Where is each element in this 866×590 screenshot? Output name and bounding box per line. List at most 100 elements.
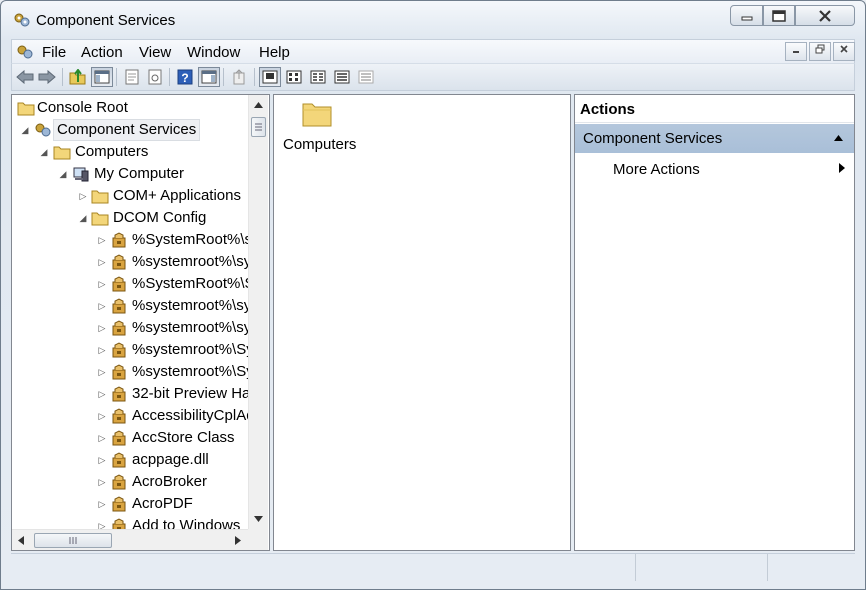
folder-icon [302,103,332,127]
collapsed-arrow-icon[interactable]: ▷ [97,295,107,317]
back-icon [16,70,34,84]
expanded-arrow-icon[interactable]: ◢ [39,141,49,163]
toolbar-separator [223,68,224,86]
scrollbar-thumb[interactable] [34,533,112,548]
com-component-icon [112,298,126,314]
menu-bar: File Action View Window Help [11,39,855,63]
menu-window[interactable]: Window [185,44,242,61]
help-icon: ? [177,69,193,85]
tree-label: %systemroot%\sy [132,319,252,336]
actions-section-label: Component Services [583,130,723,147]
mmc-icon[interactable] [16,43,34,61]
child-restore-button[interactable] [809,42,831,61]
up-one-level-button[interactable] [67,67,89,87]
tree-label: AcroPDF [132,495,193,512]
small-icons-view-button[interactable] [283,67,305,87]
export-list-icon [233,69,245,85]
show-hide-console-tree-button[interactable] [91,67,113,87]
minimize-icon [741,16,752,20]
collapse-up-icon[interactable] [833,134,844,142]
scrollbar-thumb[interactable] [251,117,266,137]
actions-section-component-services[interactable]: Component Services [575,124,854,153]
scroll-down-icon[interactable] [253,515,264,523]
console-tree-pane: Console Root ◢ Component Services ◢ Comp… [11,94,270,551]
forward-button[interactable] [36,67,58,87]
status-bar [11,553,855,581]
main-window: Component Services File Action View Wind… [0,0,866,590]
collapsed-arrow-icon[interactable]: ▷ [97,273,107,295]
com-component-icon [112,452,126,468]
close-icon [819,9,831,22]
scroll-right-icon[interactable] [234,535,242,546]
com-component-icon [112,254,126,270]
list-view-button[interactable] [307,67,329,87]
expanded-arrow-icon[interactable]: ◢ [20,119,30,141]
show-hide-action-pane-icon [201,70,217,84]
toolbar: ? [11,63,855,91]
help-button[interactable]: ? [174,67,196,87]
collapsed-arrow-icon[interactable]: ▷ [97,317,107,339]
properties-icon [125,69,139,85]
show-hide-action-pane-button[interactable] [198,67,220,87]
com-component-icon [112,232,126,248]
maximize-icon [772,9,786,22]
grip-icon [255,123,262,131]
scroll-up-icon[interactable] [253,101,264,109]
menu-file[interactable]: File [40,44,68,61]
child-close-button[interactable] [833,42,855,61]
collapsed-arrow-icon[interactable]: ▷ [97,449,107,471]
actions-pane: Actions Component Services More Actions [574,94,855,551]
tree-label: AcroBroker [132,473,208,490]
com-component-icon [112,342,126,358]
collapsed-arrow-icon[interactable]: ▷ [97,383,107,405]
list-item-label: Computers [283,136,357,153]
com-component-icon [112,496,126,512]
large-icons-view-button[interactable] [259,67,281,87]
refresh-button[interactable] [144,67,166,87]
tree-vertical-scrollbar[interactable] [248,95,268,529]
expanded-arrow-icon[interactable]: ◢ [78,207,88,229]
expanded-arrow-icon[interactable]: ◢ [58,163,68,185]
close-button[interactable] [795,5,855,26]
com-component-icon [112,474,126,490]
title-bar: Component Services [1,1,865,39]
minimize-button[interactable] [730,5,763,26]
grip-icon [69,537,77,544]
collapsed-arrow-icon[interactable]: ▷ [97,471,107,493]
export-list-button[interactable] [228,67,250,87]
collapsed-arrow-icon[interactable]: ▷ [78,185,88,207]
restore-icon [815,44,825,54]
maximize-button[interactable] [763,5,795,26]
tree-label: 32-bit Preview Ha [132,385,251,402]
collapsed-arrow-icon[interactable]: ▷ [97,427,107,449]
tree-horizontal-scrollbar[interactable] [12,529,248,550]
collapsed-arrow-icon[interactable]: ▷ [97,229,107,251]
menu-view[interactable]: View [137,44,173,61]
properties-view-button[interactable] [355,67,377,87]
collapsed-arrow-icon[interactable]: ▷ [97,361,107,383]
menu-help[interactable]: Help [257,44,292,61]
status-cell [767,554,855,581]
properties-button[interactable] [121,67,143,87]
com-component-icon [112,408,126,424]
detail-view-button[interactable] [331,67,353,87]
menu-action[interactable]: Action [79,44,125,61]
collapsed-arrow-icon[interactable]: ▷ [97,339,107,361]
collapsed-arrow-icon[interactable]: ▷ [97,405,107,427]
window-title: Component Services [36,12,176,29]
folder-icon [91,212,109,226]
list-view-icon [310,70,326,84]
com-component-icon [112,320,126,336]
collapsed-arrow-icon[interactable]: ▷ [97,493,107,515]
com-component-icon [112,386,126,402]
tree-label: Component Services [53,119,201,141]
submenu-arrow-icon [839,163,845,173]
collapsed-arrow-icon[interactable]: ▷ [97,251,107,273]
tree-label: Computers [75,143,149,160]
forward-icon [38,70,56,84]
child-minimize-button[interactable] [785,42,807,61]
folder-icon [17,102,35,116]
back-button[interactable] [14,67,36,87]
scroll-left-icon[interactable] [17,535,25,546]
up-folder-icon [69,69,86,85]
